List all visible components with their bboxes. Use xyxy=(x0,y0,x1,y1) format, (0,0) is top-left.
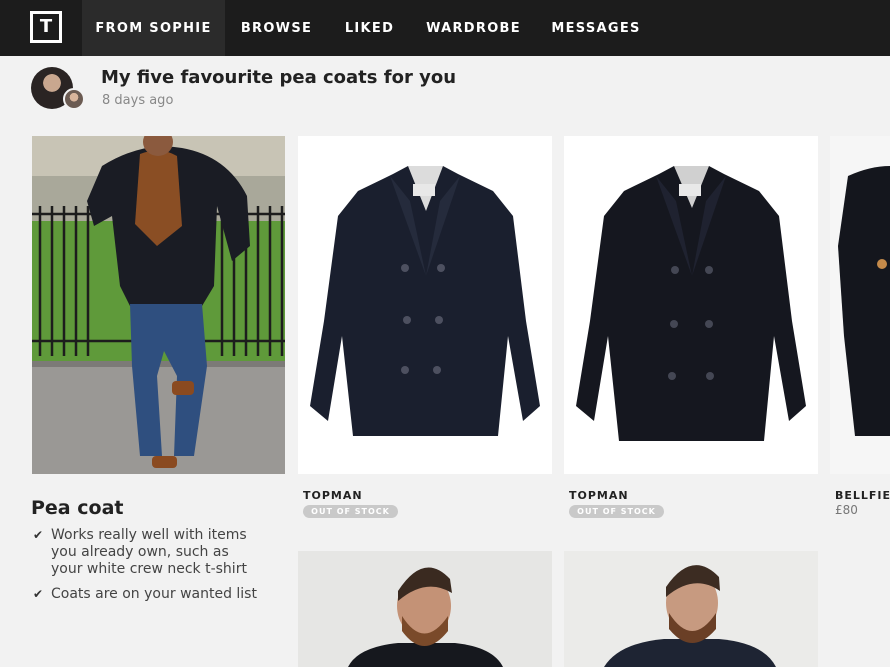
check-icon: ✔ xyxy=(33,528,44,542)
post-title: My five favourite pea coats for you xyxy=(101,67,457,88)
pea-coat-image xyxy=(310,166,540,436)
jacket-model-image xyxy=(830,136,890,474)
nav-item-wardrobe[interactable]: WARDROBE xyxy=(411,0,536,56)
item-category-title: Pea coat xyxy=(31,497,124,519)
product-card[interactable] xyxy=(564,551,818,667)
product-card[interactable] xyxy=(830,136,890,474)
outfit-photo-image xyxy=(32,136,285,474)
check-icon: ✔ xyxy=(33,587,44,601)
nav-item-label: MESSAGES xyxy=(551,20,641,36)
nav-item-label: BROWSE xyxy=(240,20,313,36)
product-card[interactable] xyxy=(298,551,552,667)
model-photo-image xyxy=(298,551,552,667)
nav-item-from-sophie[interactable]: FROM SOPHIE xyxy=(82,0,225,56)
logo-letter: T xyxy=(39,16,53,37)
nav-item-label: FROM SOPHIE xyxy=(95,20,212,36)
product-card[interactable] xyxy=(298,136,552,474)
nav-item-label: LIKED xyxy=(344,20,395,36)
reason-text: Works really well with items you already… xyxy=(51,527,247,577)
lifestyle-photo[interactable] xyxy=(32,136,285,474)
stock-status-badge: OUT OF STOCK xyxy=(569,505,664,518)
post-timestamp: 8 days ago xyxy=(102,93,174,108)
reason-item: ✔ Works really well with items you alrea… xyxy=(33,527,263,578)
user-avatar[interactable] xyxy=(63,88,85,110)
pea-coat-image xyxy=(576,166,806,441)
product-card[interactable] xyxy=(564,136,818,474)
product-brand: TOPMAN xyxy=(303,489,363,502)
nav-item-liked[interactable]: LIKED xyxy=(328,0,411,56)
brand-logo-icon[interactable]: T xyxy=(30,11,62,43)
product-brand: BELLFIEL xyxy=(835,489,890,502)
reason-item: ✔ Coats are on your wanted list xyxy=(33,586,263,603)
stock-status-badge: OUT OF STOCK xyxy=(303,505,398,518)
product-price: £80 xyxy=(835,503,858,517)
nav-item-messages[interactable]: MESSAGES xyxy=(536,0,656,56)
reason-text: Coats are on your wanted list xyxy=(51,586,257,602)
model-photo-image xyxy=(564,551,818,667)
nav-item-browse[interactable]: BROWSE xyxy=(225,0,328,56)
product-brand: TOPMAN xyxy=(569,489,629,502)
top-nav-bar: T FROM SOPHIE BROWSE LIKED WARDROBE MESS… xyxy=(0,0,890,56)
nav-item-label: WARDROBE xyxy=(426,20,521,36)
